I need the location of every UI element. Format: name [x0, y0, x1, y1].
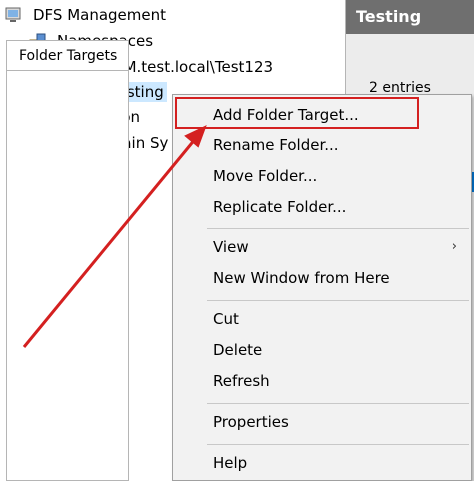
menu-item-properties[interactable]: Properties	[173, 409, 471, 435]
menu-separator	[207, 228, 469, 229]
menu-separator	[207, 300, 469, 301]
menu-separator	[207, 403, 469, 404]
dfs-management-icon	[4, 5, 24, 25]
menu-item-rename-folder[interactable]: Rename Folder...	[173, 132, 471, 158]
details-title: Testing	[346, 0, 474, 34]
tab-folder-targets[interactable]: Folder Targets	[6, 40, 129, 70]
menu-item-refresh[interactable]: Refresh	[173, 368, 471, 394]
annotation-highlight-box	[175, 97, 419, 129]
menu-separator	[207, 444, 469, 445]
menu-item-new-window[interactable]: New Window from Here	[173, 265, 471, 291]
tree-label-dfs-management: DFS Management	[33, 6, 167, 24]
menu-item-move-folder[interactable]: Move Folder...	[173, 163, 471, 189]
menu-item-view[interactable]: View ›	[173, 234, 471, 260]
context-menu: Add Folder Target... Rename Folder... Mo…	[172, 94, 472, 481]
menu-item-replicate-folder[interactable]: Replicate Folder...	[173, 194, 471, 220]
tree-item-dfs-management[interactable]: DFS Management	[4, 3, 169, 27]
chevron-right-icon: ›	[451, 239, 457, 254]
menu-item-cut[interactable]: Cut	[173, 306, 471, 332]
menu-item-help[interactable]: Help	[173, 450, 471, 476]
menu-item-delete[interactable]: Delete	[173, 337, 471, 363]
menu-item-view-label: View	[213, 238, 249, 256]
folder-targets-panel	[6, 70, 129, 481]
